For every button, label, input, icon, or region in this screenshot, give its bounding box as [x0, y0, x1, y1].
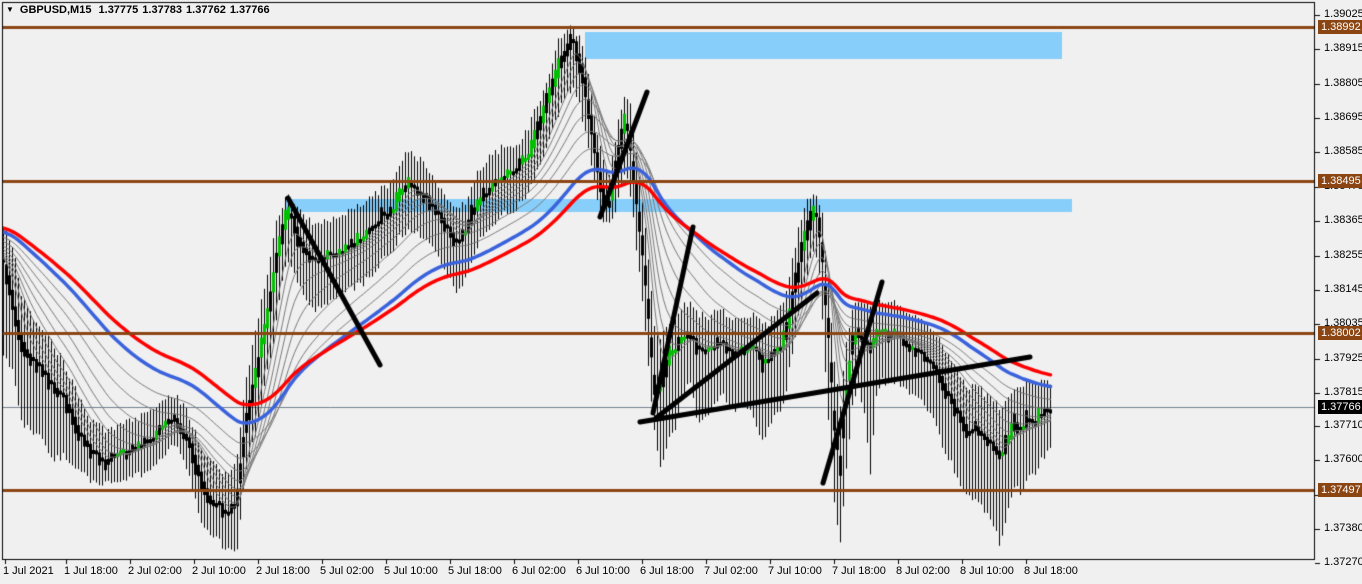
price-tick-label: 1.37925: [1324, 352, 1362, 364]
symbol-title: ▼ GBPUSD,M15 1.37775 1.37783 1.37762 1.37766: [6, 4, 274, 16]
price-tick-label: 1.37380: [1324, 522, 1362, 534]
price-tick-label: 1.37710: [1324, 419, 1362, 431]
time-label: 7 Jul 10:00: [768, 565, 822, 577]
price-tick-label: 1.39025: [1324, 8, 1362, 20]
price-tick-label: 1.37815: [1324, 386, 1362, 398]
time-label: 1 Jul 2021: [3, 565, 54, 577]
triangle-down-icon[interactable]: ▼: [6, 5, 14, 14]
time-label: 2 Jul 18:00: [256, 565, 310, 577]
price-tick-label: 1.38145: [1324, 283, 1362, 295]
price-tick-label: 1.37600: [1324, 453, 1362, 465]
time-label: 8 Jul 18:00: [1024, 565, 1078, 577]
time-label: 6 Jul 10:00: [576, 565, 630, 577]
ohlc-open: 1.37775: [98, 4, 139, 16]
time-label: 2 Jul 10:00: [192, 565, 246, 577]
price-tick-label: 1.38695: [1324, 111, 1362, 123]
price-tick-label: 1.38365: [1324, 214, 1362, 226]
price-tick-label: 1.38255: [1324, 249, 1362, 261]
price-level-badge: 1.37497: [1318, 483, 1362, 497]
symbol-label: GBPUSD,M15: [19, 4, 92, 16]
ohlc-low: 1.37762: [186, 4, 226, 16]
price-tick-label: 1.38915: [1324, 42, 1362, 54]
time-label: 5 Jul 18:00: [448, 565, 502, 577]
price-tick-label: 1.38585: [1324, 145, 1362, 157]
price-level-badge: 1.38495: [1318, 174, 1362, 188]
time-label: 7 Jul 18:00: [832, 565, 886, 577]
time-label: 5 Jul 02:00: [320, 565, 374, 577]
ohlc-close: 1.37766: [229, 4, 270, 16]
time-label: 2 Jul 02:00: [128, 565, 182, 577]
chart-window: ▼ GBPUSD,M15 1.37775 1.37783 1.37762 1.37766…: [0, 0, 1362, 584]
price-level-badge: 1.38002: [1318, 326, 1362, 340]
price-tick-label: 1.38805: [1324, 77, 1362, 89]
time-label: 6 Jul 18:00: [640, 565, 694, 577]
price-level-badge: 1.38992: [1318, 20, 1362, 34]
price-axis[interactable]: 1.39025 1.38915 1.38805 1.38695 1.38585 1.384…: [1316, 0, 1362, 568]
time-label: 7 Jul 02:00: [704, 565, 758, 577]
time-label: 8 Jul 02:00: [896, 565, 950, 577]
time-label: 5 Jul 10:00: [384, 565, 438, 577]
ohlc-high: 1.37783: [142, 4, 183, 16]
time-label: 1 Jul 18:00: [64, 565, 118, 577]
time-label: 8 Jul 10:00: [960, 565, 1014, 577]
current-price-badge: 1.37766: [1318, 400, 1362, 414]
chart-canvas[interactable]: [0, 0, 1362, 584]
time-axis[interactable]: 1 Jul 2021 1 Jul 18:00 2 Jul 02:00 2 Jul 10…: [0, 562, 1362, 584]
time-label: 6 Jul 02:00: [512, 565, 566, 577]
